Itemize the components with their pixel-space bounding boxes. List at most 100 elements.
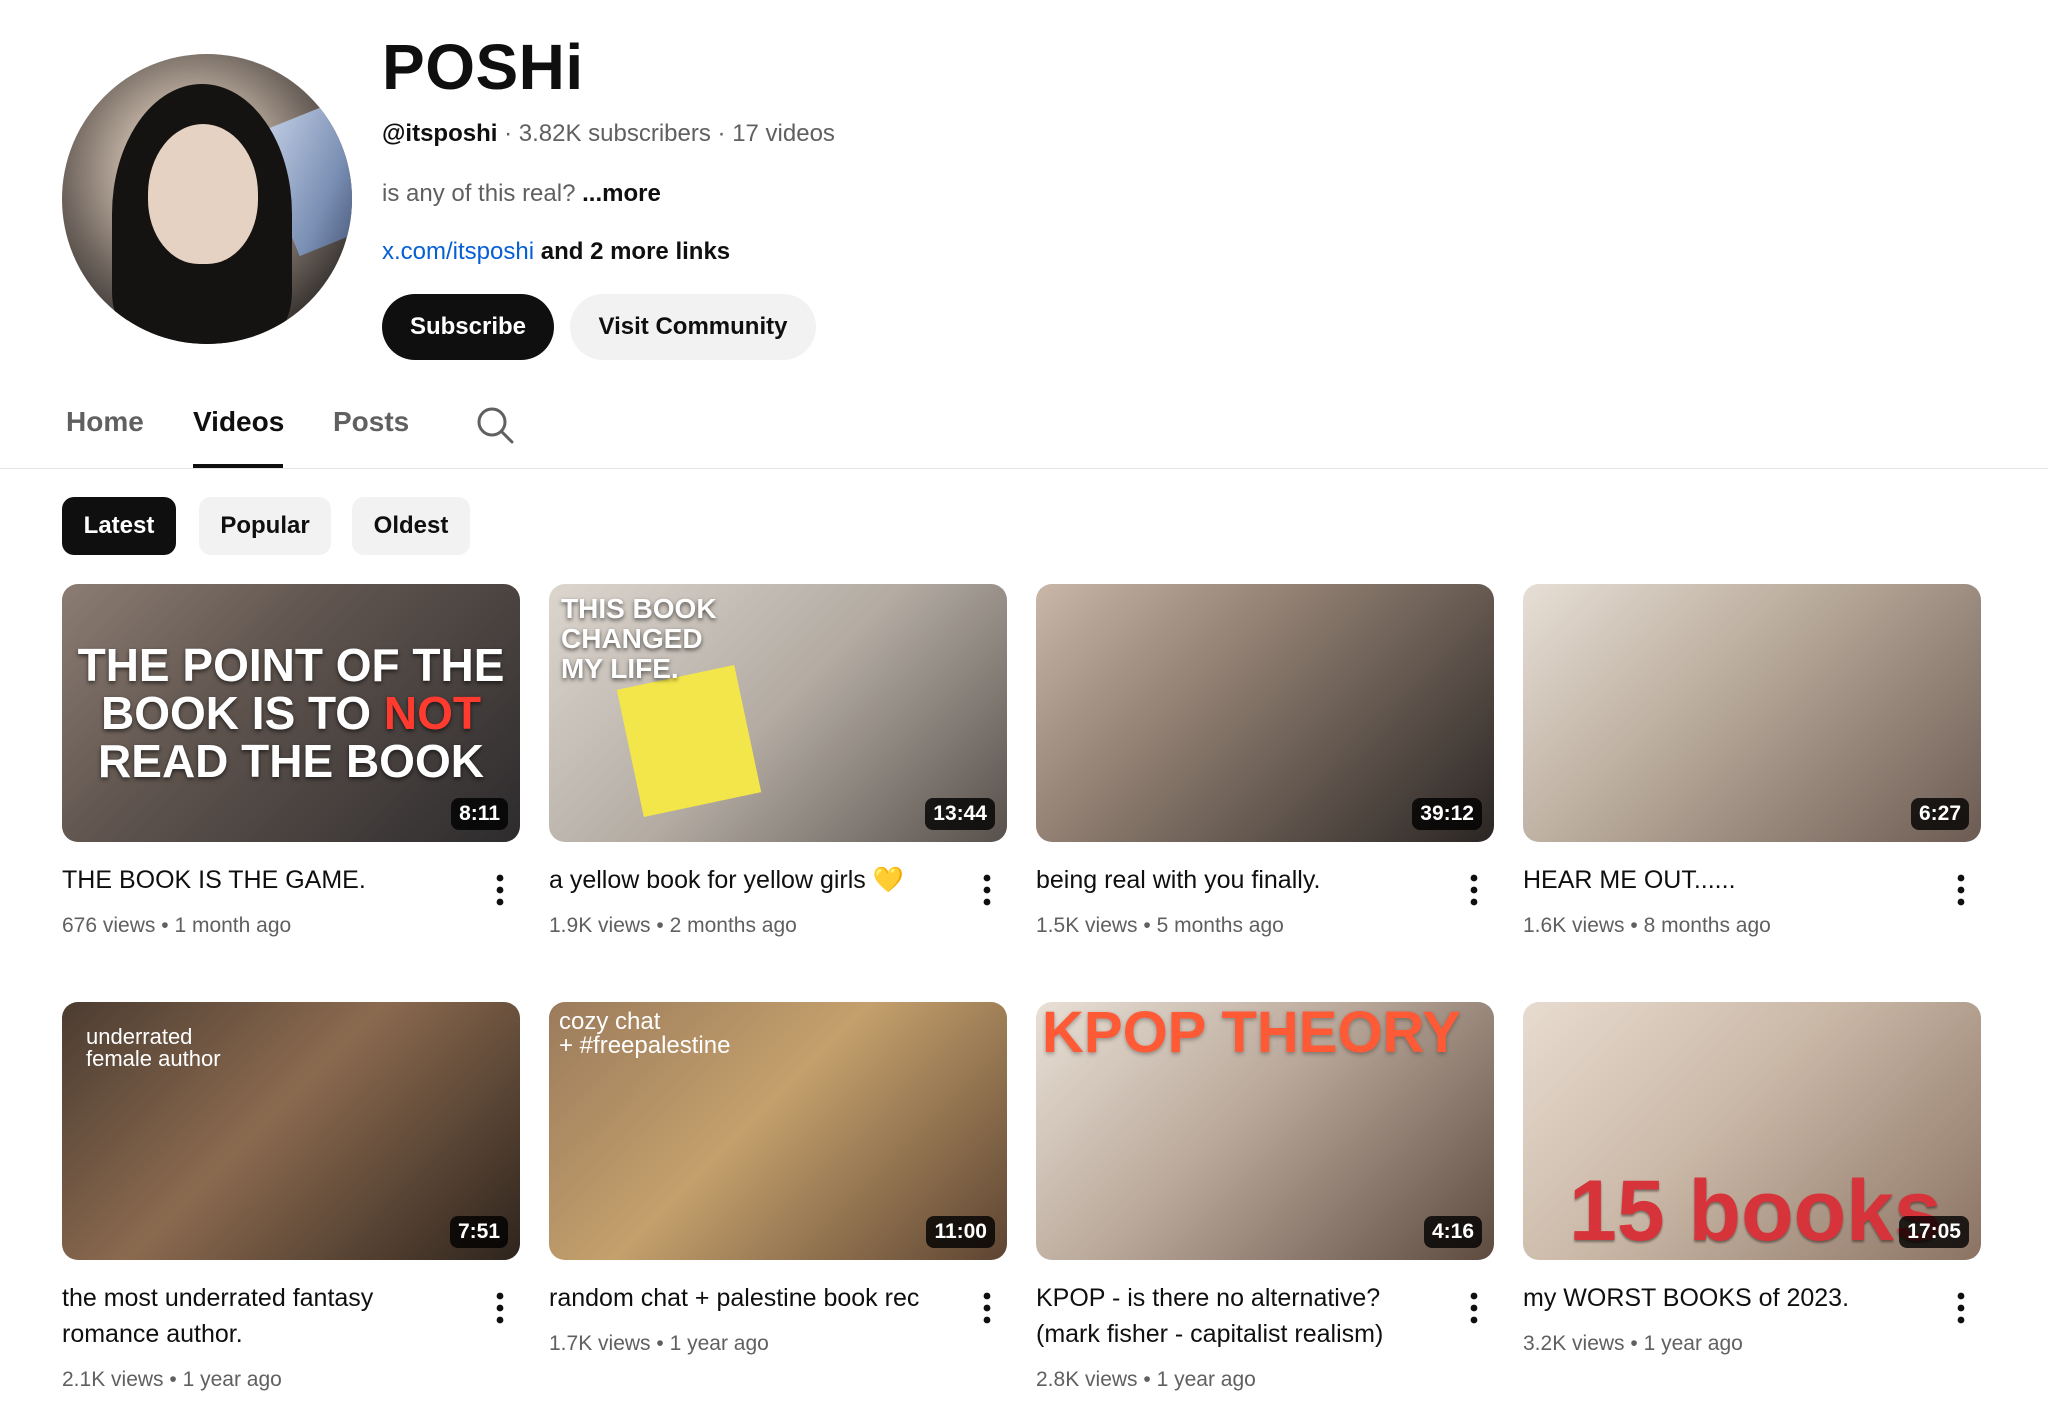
thumbnail-text: underrated female author	[86, 1026, 221, 1070]
video-thumbnail[interactable]: 15 books 17:05	[1523, 1002, 1981, 1260]
yellow-book-shape	[616, 664, 762, 818]
video-stats: 1.5K views • 5 months ago	[1036, 914, 1284, 938]
channel-tabs: Home Videos Posts	[0, 384, 2048, 469]
duration-badge: 7:51	[449, 1216, 508, 1248]
upload-age: 1 year ago	[182, 1368, 282, 1391]
video-title[interactable]: THE BOOK IS THE GAME.	[62, 862, 472, 898]
filter-oldest[interactable]: Oldest	[352, 497, 470, 555]
video-thumbnail[interactable]: 39:12	[1036, 584, 1494, 842]
view-count: 676 views	[62, 914, 156, 937]
video-card[interactable]: 15 books 17:05 my WORST BOOKS of 2023. 3…	[1523, 1002, 1981, 1402]
more-options-icon[interactable]	[967, 870, 1007, 910]
upload-age: 1 year ago	[1643, 1332, 1743, 1355]
video-card[interactable]: cozy chat + #freepalestine 11:00 random …	[549, 1002, 1007, 1402]
video-title-line: romance author.	[62, 1320, 243, 1348]
video-title-line: (mark fisher - capitalist realism)	[1036, 1320, 1384, 1348]
view-count: 1.5K views	[1036, 914, 1138, 937]
upload-age: 1 year ago	[669, 1332, 769, 1355]
video-stats: 1.7K views • 1 year ago	[549, 1332, 769, 1356]
duration-badge: 13:44	[925, 798, 995, 830]
avatar-face-shape	[148, 124, 258, 264]
more-options-icon[interactable]	[480, 1288, 520, 1328]
more-options-icon[interactable]	[1941, 870, 1981, 910]
more-options-icon[interactable]	[1454, 1288, 1494, 1328]
active-tab-indicator	[193, 464, 283, 468]
duration-badge: 4:16	[1423, 1216, 1482, 1248]
duration-badge: 17:05	[1899, 1216, 1969, 1248]
video-title-line: KPOP - is there no alternative?	[1036, 1284, 1381, 1312]
filter-popular[interactable]: Popular	[199, 497, 331, 555]
video-card[interactable]: THIS BOOK CHANGED MY LIFE. 13:44 a yello…	[549, 584, 1007, 984]
channel-meta: @itsposhi · 3.82K subscribers · 17 video…	[382, 120, 835, 148]
subscribe-button[interactable]: Subscribe	[382, 294, 554, 360]
stat-separator: •	[1143, 1368, 1151, 1391]
meta-separator: ·	[717, 120, 726, 147]
duration-badge: 39:12	[1412, 798, 1482, 830]
search-icon[interactable]	[474, 404, 516, 446]
tab-videos[interactable]: Videos	[193, 406, 284, 438]
video-count: 17 videos	[732, 120, 835, 147]
duration-badge: 8:11	[451, 798, 508, 830]
video-title[interactable]: the most underrated fantasy romance auth…	[62, 1280, 472, 1352]
stat-separator: •	[161, 914, 169, 937]
video-stats: 676 views • 1 month ago	[62, 914, 291, 938]
video-card[interactable]: 6:27 HEAR ME OUT...... 1.6K views • 8 mo…	[1523, 584, 1981, 984]
more-options-icon[interactable]	[1454, 870, 1494, 910]
video-title[interactable]: a yellow book for yellow girls 💛	[549, 862, 959, 898]
video-title[interactable]: KPOP - is there no alternative? (mark fi…	[1036, 1280, 1446, 1352]
video-thumbnail[interactable]: underrated female author 7:51	[62, 1002, 520, 1260]
video-title[interactable]: being real with you finally.	[1036, 862, 1446, 898]
video-stats: 2.1K views • 1 year ago	[62, 1368, 282, 1392]
thumbnail-text-part: NOT	[383, 687, 481, 739]
more-options-icon[interactable]	[1941, 1288, 1981, 1328]
visit-community-button[interactable]: Visit Community	[570, 294, 816, 360]
view-count: 1.6K views	[1523, 914, 1625, 937]
video-title[interactable]: my WORST BOOKS of 2023.	[1523, 1280, 1933, 1316]
thumbnail-text-line: cozy chat	[559, 1008, 661, 1035]
video-card[interactable]: KPOP THEORY 4:16 KPOP - is there no alte…	[1036, 1002, 1494, 1402]
stat-separator: •	[169, 1368, 177, 1391]
thumbnail-text-line: female author	[86, 1046, 221, 1071]
tab-posts[interactable]: Posts	[333, 406, 409, 438]
video-stats: 2.8K views • 1 year ago	[1036, 1368, 1256, 1392]
video-card[interactable]: THE POINT OF THE BOOK IS TO NOT READ THE…	[62, 584, 520, 984]
thumbnail-text-line: READ THE BOOK	[98, 735, 484, 787]
stat-separator: •	[1143, 914, 1151, 937]
stat-separator: •	[1630, 914, 1638, 937]
channel-handle: @itsposhi	[382, 120, 498, 147]
stat-separator: •	[1630, 1332, 1638, 1355]
channel-avatar[interactable]	[62, 54, 352, 344]
video-stats: 1.9K views • 2 months ago	[549, 914, 797, 938]
view-count: 3.2K views	[1523, 1332, 1625, 1355]
video-thumbnail[interactable]: 6:27	[1523, 584, 1981, 842]
video-stats: 1.6K views • 8 months ago	[1523, 914, 1771, 938]
video-title[interactable]: HEAR ME OUT......	[1523, 862, 1933, 898]
x-link[interactable]: x.com/itsposhi	[382, 238, 534, 265]
more-options-icon[interactable]	[480, 870, 520, 910]
thumbnail-text: 15 books	[1569, 1163, 1942, 1259]
thumbnail-text-part: BOOK IS TO	[101, 687, 372, 739]
description-text: is any of this real?	[382, 180, 576, 207]
more-options-icon[interactable]	[967, 1288, 1007, 1328]
filter-latest[interactable]: Latest	[62, 497, 176, 555]
video-thumbnail[interactable]: THE POINT OF THE BOOK IS TO NOT READ THE…	[62, 584, 520, 842]
description-more-link[interactable]: ...more	[582, 180, 661, 207]
video-card[interactable]: underrated female author 7:51 the most u…	[62, 1002, 520, 1402]
tab-home[interactable]: Home	[66, 406, 144, 438]
thumbnail-text-line: THIS BOOK	[561, 593, 717, 624]
video-title[interactable]: random chat + palestine book rec	[549, 1280, 959, 1316]
view-count: 2.1K views	[62, 1368, 164, 1391]
thumbnail-text-line: MY LIFE.	[561, 653, 679, 684]
upload-age: 8 months ago	[1643, 914, 1771, 937]
video-thumbnail[interactable]: cozy chat + #freepalestine 11:00	[549, 1002, 1007, 1260]
upload-age: 1 month ago	[174, 914, 292, 937]
video-card[interactable]: 39:12 being real with you finally. 1.5K …	[1036, 584, 1494, 984]
duration-badge: 6:27	[1910, 798, 1969, 830]
more-links-link[interactable]: and 2 more links	[541, 238, 730, 265]
duration-badge: 11:00	[926, 1216, 995, 1248]
upload-age: 5 months ago	[1156, 914, 1284, 937]
video-thumbnail[interactable]: KPOP THEORY 4:16	[1036, 1002, 1494, 1260]
stat-separator: •	[656, 1332, 664, 1355]
video-thumbnail[interactable]: THIS BOOK CHANGED MY LIFE. 13:44	[549, 584, 1007, 842]
upload-age: 2 months ago	[669, 914, 797, 937]
